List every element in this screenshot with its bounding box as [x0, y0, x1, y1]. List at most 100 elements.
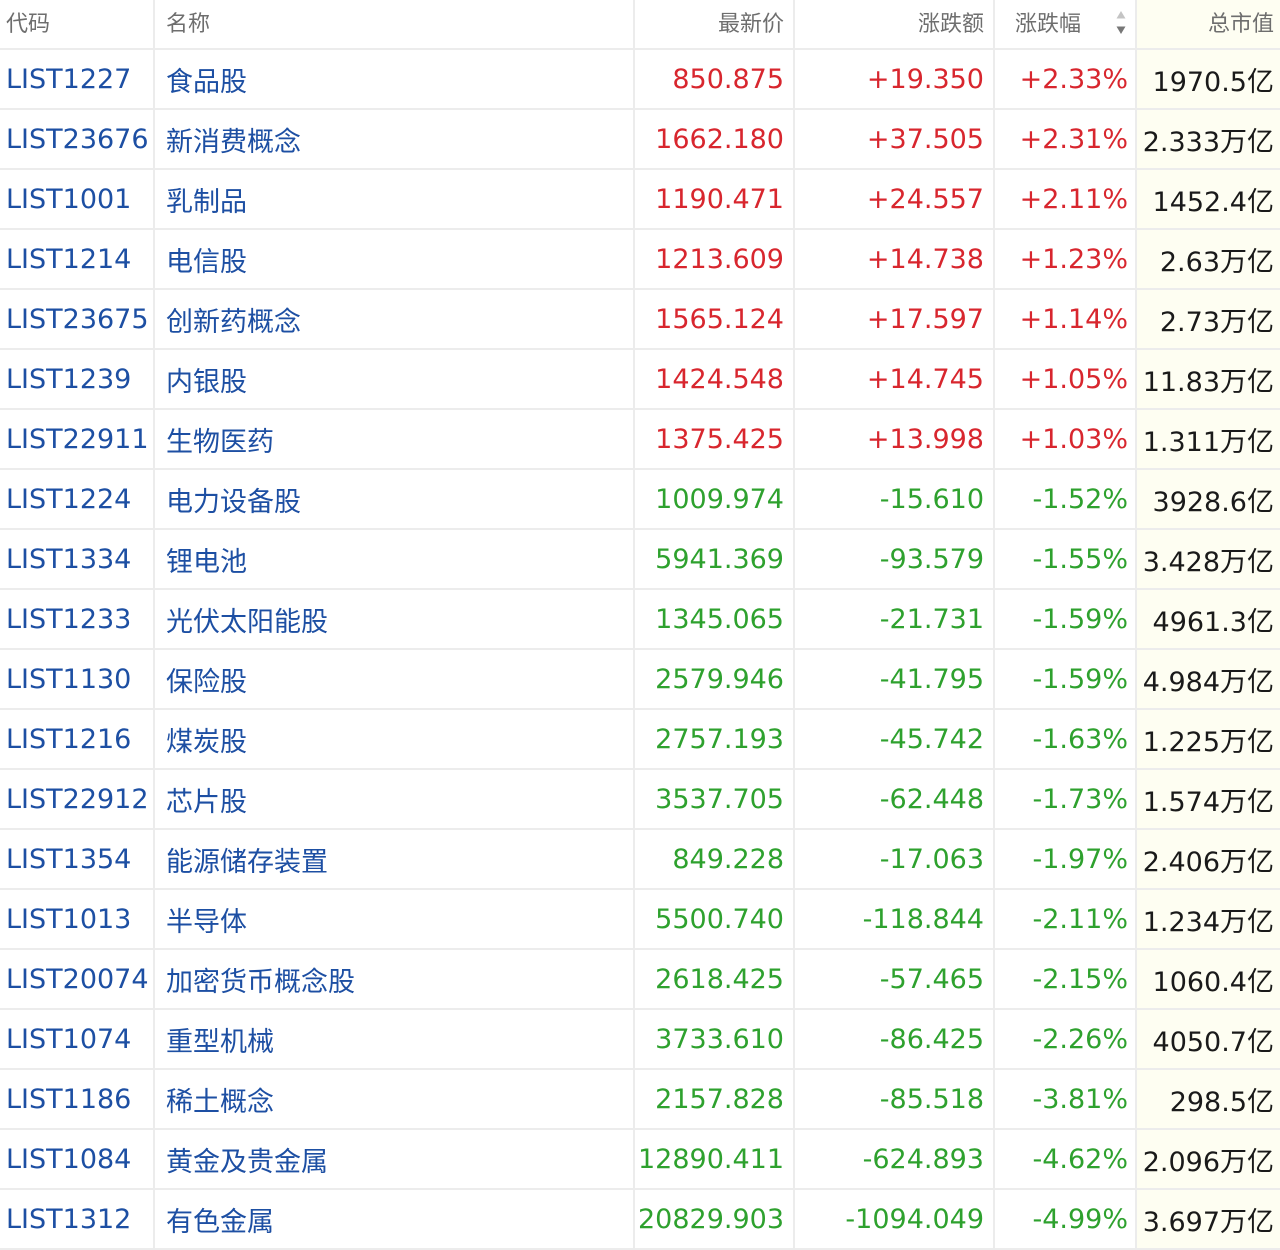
row-name-cell[interactable]: 光伏太阳能股 [155, 590, 635, 648]
row-code[interactable]: LIST1224 [6, 484, 131, 515]
table-row[interactable]: LIST23676 新消费概念 1662.180 +37.505 +2.31% 2.333… [0, 110, 1280, 170]
row-code[interactable]: LIST1216 [6, 724, 131, 755]
table-row[interactable]: LIST1214 电信股 1213.609 +14.738 +1.23% 2.63万亿 [0, 230, 1280, 290]
row-name-cell[interactable]: 黄金及贵金属 [155, 1130, 635, 1188]
row-name-cell[interactable]: 电信股 [155, 230, 635, 288]
row-code-cell[interactable]: LIST1074 [0, 1010, 155, 1068]
row-code-cell[interactable]: LIST23676 [0, 110, 155, 168]
row-code-cell[interactable]: LIST1214 [0, 230, 155, 288]
row-code[interactable]: LIST1233 [6, 604, 131, 635]
row-code[interactable]: LIST1013 [6, 904, 131, 935]
row-code[interactable]: LIST1001 [6, 184, 131, 215]
row-name[interactable]: 半导体 [166, 900, 247, 939]
table-row[interactable]: LIST1239 内银股 1424.548 +14.745 +1.05% 11.83万亿 [0, 350, 1280, 410]
row-code-cell[interactable]: LIST1239 [0, 350, 155, 408]
row-name[interactable]: 创新药概念 [166, 300, 301, 339]
row-name[interactable]: 生物医药 [166, 420, 274, 459]
row-code-cell[interactable]: LIST1084 [0, 1130, 155, 1188]
row-name-cell[interactable]: 电力设备股 [155, 470, 635, 528]
row-name[interactable]: 芯片股 [166, 780, 247, 819]
column-header-code[interactable]: 代码 [0, 0, 155, 48]
table-row[interactable]: LIST23675 创新药概念 1565.124 +17.597 +1.14% 2.73万… [0, 290, 1280, 350]
row-code[interactable]: LIST1214 [6, 244, 131, 275]
column-header-market-cap[interactable]: 总市值 [1137, 0, 1280, 48]
row-code-cell[interactable]: LIST1312 [0, 1190, 155, 1248]
row-code[interactable]: LIST1227 [6, 64, 131, 95]
row-name[interactable]: 锂电池 [166, 540, 247, 579]
row-name[interactable]: 加密货币概念股 [166, 960, 355, 999]
row-name-cell[interactable]: 生物医药 [155, 410, 635, 468]
row-code[interactable]: LIST1354 [6, 844, 131, 875]
table-row[interactable]: LIST1084 黄金及贵金属 12890.411 -624.893 -4.62% 2.0… [0, 1130, 1280, 1190]
row-code[interactable]: LIST22911 [6, 424, 149, 455]
row-code-cell[interactable]: LIST1130 [0, 650, 155, 708]
row-name-cell[interactable]: 食品股 [155, 50, 635, 108]
row-code-cell[interactable]: LIST22911 [0, 410, 155, 468]
row-name-cell[interactable]: 半导体 [155, 890, 635, 948]
row-name[interactable]: 重型机械 [166, 1020, 274, 1059]
row-name-cell[interactable]: 重型机械 [155, 1010, 635, 1068]
row-name-cell[interactable]: 芯片股 [155, 770, 635, 828]
row-name[interactable]: 稀土概念 [166, 1080, 274, 1119]
row-name-cell[interactable]: 新消费概念 [155, 110, 635, 168]
table-row[interactable]: LIST1001 乳制品 1190.471 +24.557 +2.11% 1452.4亿 [0, 170, 1280, 230]
row-code[interactable]: LIST1130 [6, 664, 131, 695]
row-code-cell[interactable]: LIST23675 [0, 290, 155, 348]
row-name[interactable]: 电信股 [166, 240, 247, 279]
table-row[interactable]: LIST1334 锂电池 5941.369 -93.579 -1.55% 3.428万亿 [0, 530, 1280, 590]
column-header-change[interactable]: 涨跌额 [795, 0, 995, 48]
row-name[interactable]: 保险股 [166, 660, 247, 699]
row-code[interactable]: LIST1074 [6, 1024, 131, 1055]
table-row[interactable]: LIST1013 半导体 5500.740 -118.844 -2.11% 1.234万亿 [0, 890, 1280, 950]
row-name-cell[interactable]: 乳制品 [155, 170, 635, 228]
row-code[interactable]: LIST20074 [6, 964, 149, 995]
row-name[interactable]: 新消费概念 [166, 120, 301, 159]
row-code-cell[interactable]: LIST1354 [0, 830, 155, 888]
row-code[interactable]: LIST1186 [6, 1084, 131, 1115]
table-row[interactable]: LIST1074 重型机械 3733.610 -86.425 -2.26% 4050.7亿 [0, 1010, 1280, 1070]
column-header-name[interactable]: 名称 [155, 0, 635, 48]
table-row[interactable]: LIST1186 稀土概念 2157.828 -85.518 -3.81% 298.5亿 [0, 1070, 1280, 1130]
table-row[interactable]: LIST1312 有色金属 20829.903 -1094.049 -4.99% 3.69… [0, 1190, 1280, 1250]
row-code-cell[interactable]: LIST1001 [0, 170, 155, 228]
row-code[interactable]: LIST23675 [6, 304, 149, 335]
row-name[interactable]: 内银股 [166, 360, 247, 399]
row-name[interactable]: 光伏太阳能股 [166, 600, 328, 639]
table-row[interactable]: LIST1227 食品股 850.875 +19.350 +2.33% 1970.5亿 [0, 50, 1280, 110]
row-code-cell[interactable]: LIST1233 [0, 590, 155, 648]
table-row[interactable]: LIST1216 煤炭股 2757.193 -45.742 -1.63% 1.225万亿 [0, 710, 1280, 770]
row-name-cell[interactable]: 锂电池 [155, 530, 635, 588]
row-code-cell[interactable]: LIST22912 [0, 770, 155, 828]
row-code-cell[interactable]: LIST1227 [0, 50, 155, 108]
row-name[interactable]: 食品股 [166, 60, 247, 99]
row-name[interactable]: 黄金及贵金属 [166, 1140, 328, 1179]
row-name[interactable]: 能源储存装置 [166, 840, 328, 879]
row-name[interactable]: 乳制品 [166, 180, 247, 219]
row-name[interactable]: 有色金属 [166, 1200, 274, 1239]
row-name[interactable]: 电力设备股 [166, 480, 301, 519]
row-code[interactable]: LIST1084 [6, 1144, 131, 1175]
table-row[interactable]: LIST20074 加密货币概念股 2618.425 -57.465 -2.15% 106… [0, 950, 1280, 1010]
row-name-cell[interactable]: 保险股 [155, 650, 635, 708]
table-row[interactable]: LIST1233 光伏太阳能股 1345.065 -21.731 -1.59% 4961.… [0, 590, 1280, 650]
row-code[interactable]: LIST1334 [6, 544, 131, 575]
row-code[interactable]: LIST1239 [6, 364, 131, 395]
row-code-cell[interactable]: LIST20074 [0, 950, 155, 1008]
column-header-change-pct[interactable]: 涨跌幅 [995, 0, 1137, 48]
row-code-cell[interactable]: LIST1186 [0, 1070, 155, 1128]
row-name-cell[interactable]: 加密货币概念股 [155, 950, 635, 1008]
row-name-cell[interactable]: 煤炭股 [155, 710, 635, 768]
row-name[interactable]: 煤炭股 [166, 720, 247, 759]
sort-updown-icon[interactable] [1115, 6, 1127, 40]
row-name-cell[interactable]: 内银股 [155, 350, 635, 408]
row-code-cell[interactable]: LIST1013 [0, 890, 155, 948]
table-row[interactable]: LIST1354 能源储存装置 849.228 -17.063 -1.97% 2.406万… [0, 830, 1280, 890]
row-name-cell[interactable]: 能源储存装置 [155, 830, 635, 888]
column-header-price[interactable]: 最新价 [635, 0, 795, 48]
row-code[interactable]: LIST22912 [6, 784, 149, 815]
row-name-cell[interactable]: 有色金属 [155, 1190, 635, 1248]
row-code[interactable]: LIST1312 [6, 1204, 131, 1235]
table-row[interactable]: LIST22912 芯片股 3537.705 -62.448 -1.73% 1.574万亿 [0, 770, 1280, 830]
table-row[interactable]: LIST1224 电力设备股 1009.974 -15.610 -1.52% 3928.6… [0, 470, 1280, 530]
row-code[interactable]: LIST23676 [6, 124, 149, 155]
